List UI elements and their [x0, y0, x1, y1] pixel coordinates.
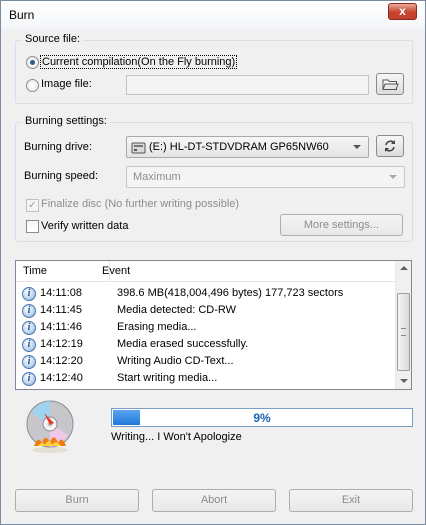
log-row[interactable]: i 14:11:46 Erasing media... [16, 319, 396, 336]
image-file-label[interactable]: Image file: [41, 78, 92, 90]
close-button[interactable]: x [388, 3, 417, 20]
log-scrollbar[interactable] [395, 261, 411, 389]
more-settings-button[interactable]: More settings... [280, 214, 403, 236]
window-title: Burn [9, 8, 35, 22]
verify-data-checkbox[interactable] [26, 220, 39, 233]
log-event: Media erased successfully. [117, 338, 249, 350]
info-icon: i [22, 304, 36, 318]
burning-speed-value: Maximum [133, 171, 181, 183]
finalize-disc-label[interactable]: Finalize disc (No further writing possib… [41, 198, 239, 210]
progress-percent: 9% [253, 411, 271, 425]
burn-progress-bar: 9% [111, 408, 413, 427]
disc-icon [26, 400, 74, 453]
log-event: Start writing media... [117, 372, 218, 384]
log-event: 398.6 MB(418,004,496 bytes) 177,723 sect… [117, 287, 344, 299]
log-row[interactable]: i 14:12:20 Writing Audio CD-Text... [16, 353, 396, 370]
log-time: 14:12:40 [40, 372, 83, 384]
title-bar[interactable]: Burn x [1, 1, 425, 29]
log-event: Media detected: CD-RW [117, 304, 237, 316]
log-row[interactable]: i 14:12:40 Start writing media... [16, 370, 396, 387]
finalize-disc-checkbox[interactable]: ✓ [26, 199, 39, 212]
event-log-header: Time Event [16, 261, 396, 282]
log-time: 14:12:20 [40, 355, 83, 367]
burning-settings-label: Burning settings: [22, 115, 110, 127]
chevron-down-icon [389, 175, 397, 179]
abort-button[interactable]: Abort [152, 489, 276, 512]
log-row[interactable]: i 14:11:08 398.6 MB(418,004,496 bytes) 1… [16, 285, 396, 302]
log-event: Writing Audio CD-Text... [117, 355, 234, 367]
status-text: Writing... I Won't Apologize [111, 431, 242, 443]
info-icon: i [22, 321, 36, 335]
log-time: 14:11:46 [40, 321, 83, 333]
refresh-drive-button[interactable] [376, 135, 404, 157]
burning-drive-label: Burning drive: [24, 141, 92, 153]
current-compilation-label[interactable]: Current compilation(On the Fly burning) [40, 55, 238, 69]
info-icon: i [22, 338, 36, 352]
event-column-header[interactable]: Event [102, 265, 130, 277]
log-time: 14:11:08 [40, 287, 83, 299]
log-time: 14:11:45 [40, 304, 83, 316]
image-file-input[interactable] [126, 75, 369, 95]
info-icon: i [22, 287, 36, 301]
burning-drive-select[interactable]: (E:) HL-DT-STDVDRAM GP65NW60 [126, 136, 369, 158]
log-row[interactable]: i 14:11:45 Media detected: CD-RW [16, 302, 396, 319]
current-compilation-radio[interactable] [26, 56, 39, 69]
info-icon: i [22, 372, 36, 386]
scroll-thumb[interactable] [397, 293, 410, 371]
info-icon: i [22, 355, 36, 369]
log-event: Erasing media... [117, 321, 197, 333]
scroll-down-arrow-icon[interactable] [396, 373, 411, 389]
verify-data-label[interactable]: Verify written data [41, 220, 128, 232]
log-time: 14:12:19 [40, 338, 83, 350]
time-column-header[interactable]: Time [23, 265, 47, 277]
drive-icon [131, 142, 146, 154]
source-file-label: Source file: [22, 33, 84, 45]
image-file-radio[interactable] [26, 79, 39, 92]
scroll-up-arrow-icon[interactable] [396, 261, 411, 277]
burning-speed-label: Burning speed: [24, 170, 98, 182]
folder-icon [382, 79, 399, 90]
browse-button[interactable] [376, 73, 404, 95]
burning-speed-select[interactable]: Maximum [126, 166, 405, 188]
exit-button[interactable]: Exit [289, 489, 413, 512]
burning-drive-value: (E:) HL-DT-STDVDRAM GP65NW60 [149, 141, 329, 153]
burn-button[interactable]: Burn [15, 489, 139, 512]
event-log[interactable]: Time Event i 14:11:08 398.6 MB(418,004,4… [15, 260, 412, 390]
burn-dialog: Burn x Source file: Current compilation(… [0, 0, 426, 525]
chevron-down-icon [353, 145, 361, 149]
refresh-icon [385, 140, 395, 152]
log-row[interactable]: i 14:12:19 Media erased successfully. [16, 336, 396, 353]
